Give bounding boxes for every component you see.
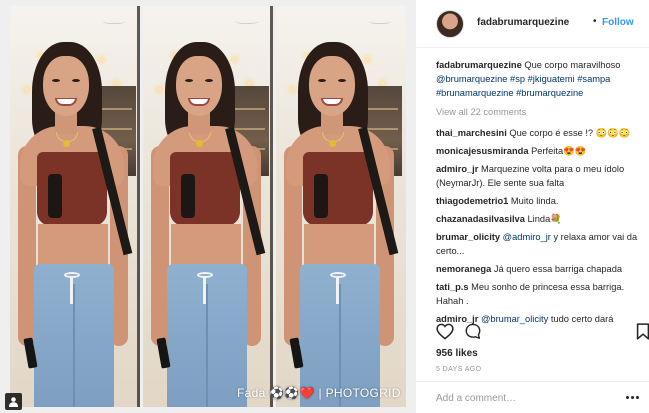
watermark-brand: PHOTOGRID <box>325 386 401 400</box>
post-caption: fadabrumarquezine Que corpo maravilhoso … <box>436 58 646 100</box>
heart-icon[interactable] <box>436 323 454 343</box>
add-comment-input[interactable] <box>436 390 606 406</box>
view-all-comments-link[interactable]: View all 22 comments <box>436 106 646 119</box>
comment-text: Perfeita😍😍 <box>528 146 587 156</box>
post-date[interactable]: 5 DAYS AGO <box>436 366 482 373</box>
comment-username[interactable]: admiro_jr <box>436 164 478 174</box>
post-photo[interactable]: Fada ⚽⚽❤️ | PHOTOGRID <box>0 0 415 413</box>
comment-text: Já quero essa barriga chapada <box>491 264 623 274</box>
comment-item: nemoranega Já quero essa barriga chapada <box>436 262 646 276</box>
comment-username[interactable]: nemoranega <box>436 264 491 274</box>
header-username[interactable]: fadabrumarquezine <box>477 17 569 28</box>
post-actions <box>436 323 649 343</box>
likes-count[interactable]: 956 likes <box>436 348 478 359</box>
photo-panel-middle <box>143 6 273 407</box>
photo-panel-right <box>276 6 406 407</box>
comment-username[interactable]: brumar_olicity <box>436 232 500 242</box>
caption-hashtag[interactable]: #sampa <box>577 74 610 84</box>
comment-text: Muito linda. <box>508 196 559 206</box>
caption-mention[interactable]: @brumarquezine <box>436 74 507 84</box>
header-dot: • <box>593 16 597 27</box>
comment-text: Linda💐 <box>524 214 562 224</box>
comment-username[interactable]: thai_marchesini <box>436 128 507 138</box>
avatar[interactable] <box>436 10 464 38</box>
comment-username[interactable]: chazanadasilvasilva <box>436 214 525 224</box>
comment-text: Que corpo é esse !? 😳😳😳 <box>506 128 631 138</box>
comment-item: admiro_jr Marquezine volta para o meu íd… <box>436 162 646 190</box>
watermark-separator: | <box>314 386 326 400</box>
add-comment-bar <box>416 381 649 413</box>
comment-username[interactable]: thiagodemetrio1 <box>436 196 508 206</box>
comment-item: chazanadasilvasilva Linda💐 <box>436 212 646 226</box>
caption-hashtag[interactable]: #brumarquezine <box>516 88 583 98</box>
caption-username[interactable]: fadabrumarquezine <box>436 60 522 70</box>
user-icon <box>9 397 18 407</box>
photo-watermark: Fada ⚽⚽❤️ | PHOTOGRID <box>237 386 401 400</box>
photo-panel-left <box>10 6 140 407</box>
comment-item: brumar_olicity @admiro_jr y relaxa amor … <box>436 230 646 258</box>
caption-hashtag[interactable]: #brunamarquezine <box>436 88 514 98</box>
post-header: fadabrumarquezine • Follow <box>416 0 649 48</box>
bookmark-icon[interactable] <box>636 323 649 343</box>
comment-icon[interactable] <box>464 323 482 343</box>
caption-text: Que corpo maravilhoso <box>521 60 621 70</box>
comment-item: monicajesusmiranda Perfeita😍😍 <box>436 144 646 158</box>
comment-item: thai_marchesini Que corpo é esse !? 😳😳😳 <box>436 126 646 140</box>
comment-item: tati_p.s Meu sonho de princesa essa barr… <box>436 280 646 308</box>
watermark-text: Fada <box>237 386 270 400</box>
comments-list: fadabrumarquezine Que corpo maravilhoso … <box>436 58 646 330</box>
more-icon[interactable] <box>626 396 640 400</box>
comment-username[interactable]: tati_p.s <box>436 282 469 292</box>
comment-mention[interactable]: @admiro_jr <box>503 232 551 242</box>
caption-hashtag[interactable]: #jkiguatemi <box>528 74 575 84</box>
watermark-emoji: ⚽⚽❤️ <box>269 386 315 400</box>
caption-hashtag[interactable]: #sp <box>510 74 525 84</box>
post-sidebar: fadabrumarquezine • Follow fadabrumarque… <box>415 0 649 413</box>
comment-item: thiagodemetrio1 Muito linda. <box>436 194 646 208</box>
comment-username[interactable]: monicajesusmiranda <box>436 146 529 156</box>
user-tags-button[interactable] <box>5 393 22 410</box>
follow-button[interactable]: Follow <box>602 17 634 28</box>
